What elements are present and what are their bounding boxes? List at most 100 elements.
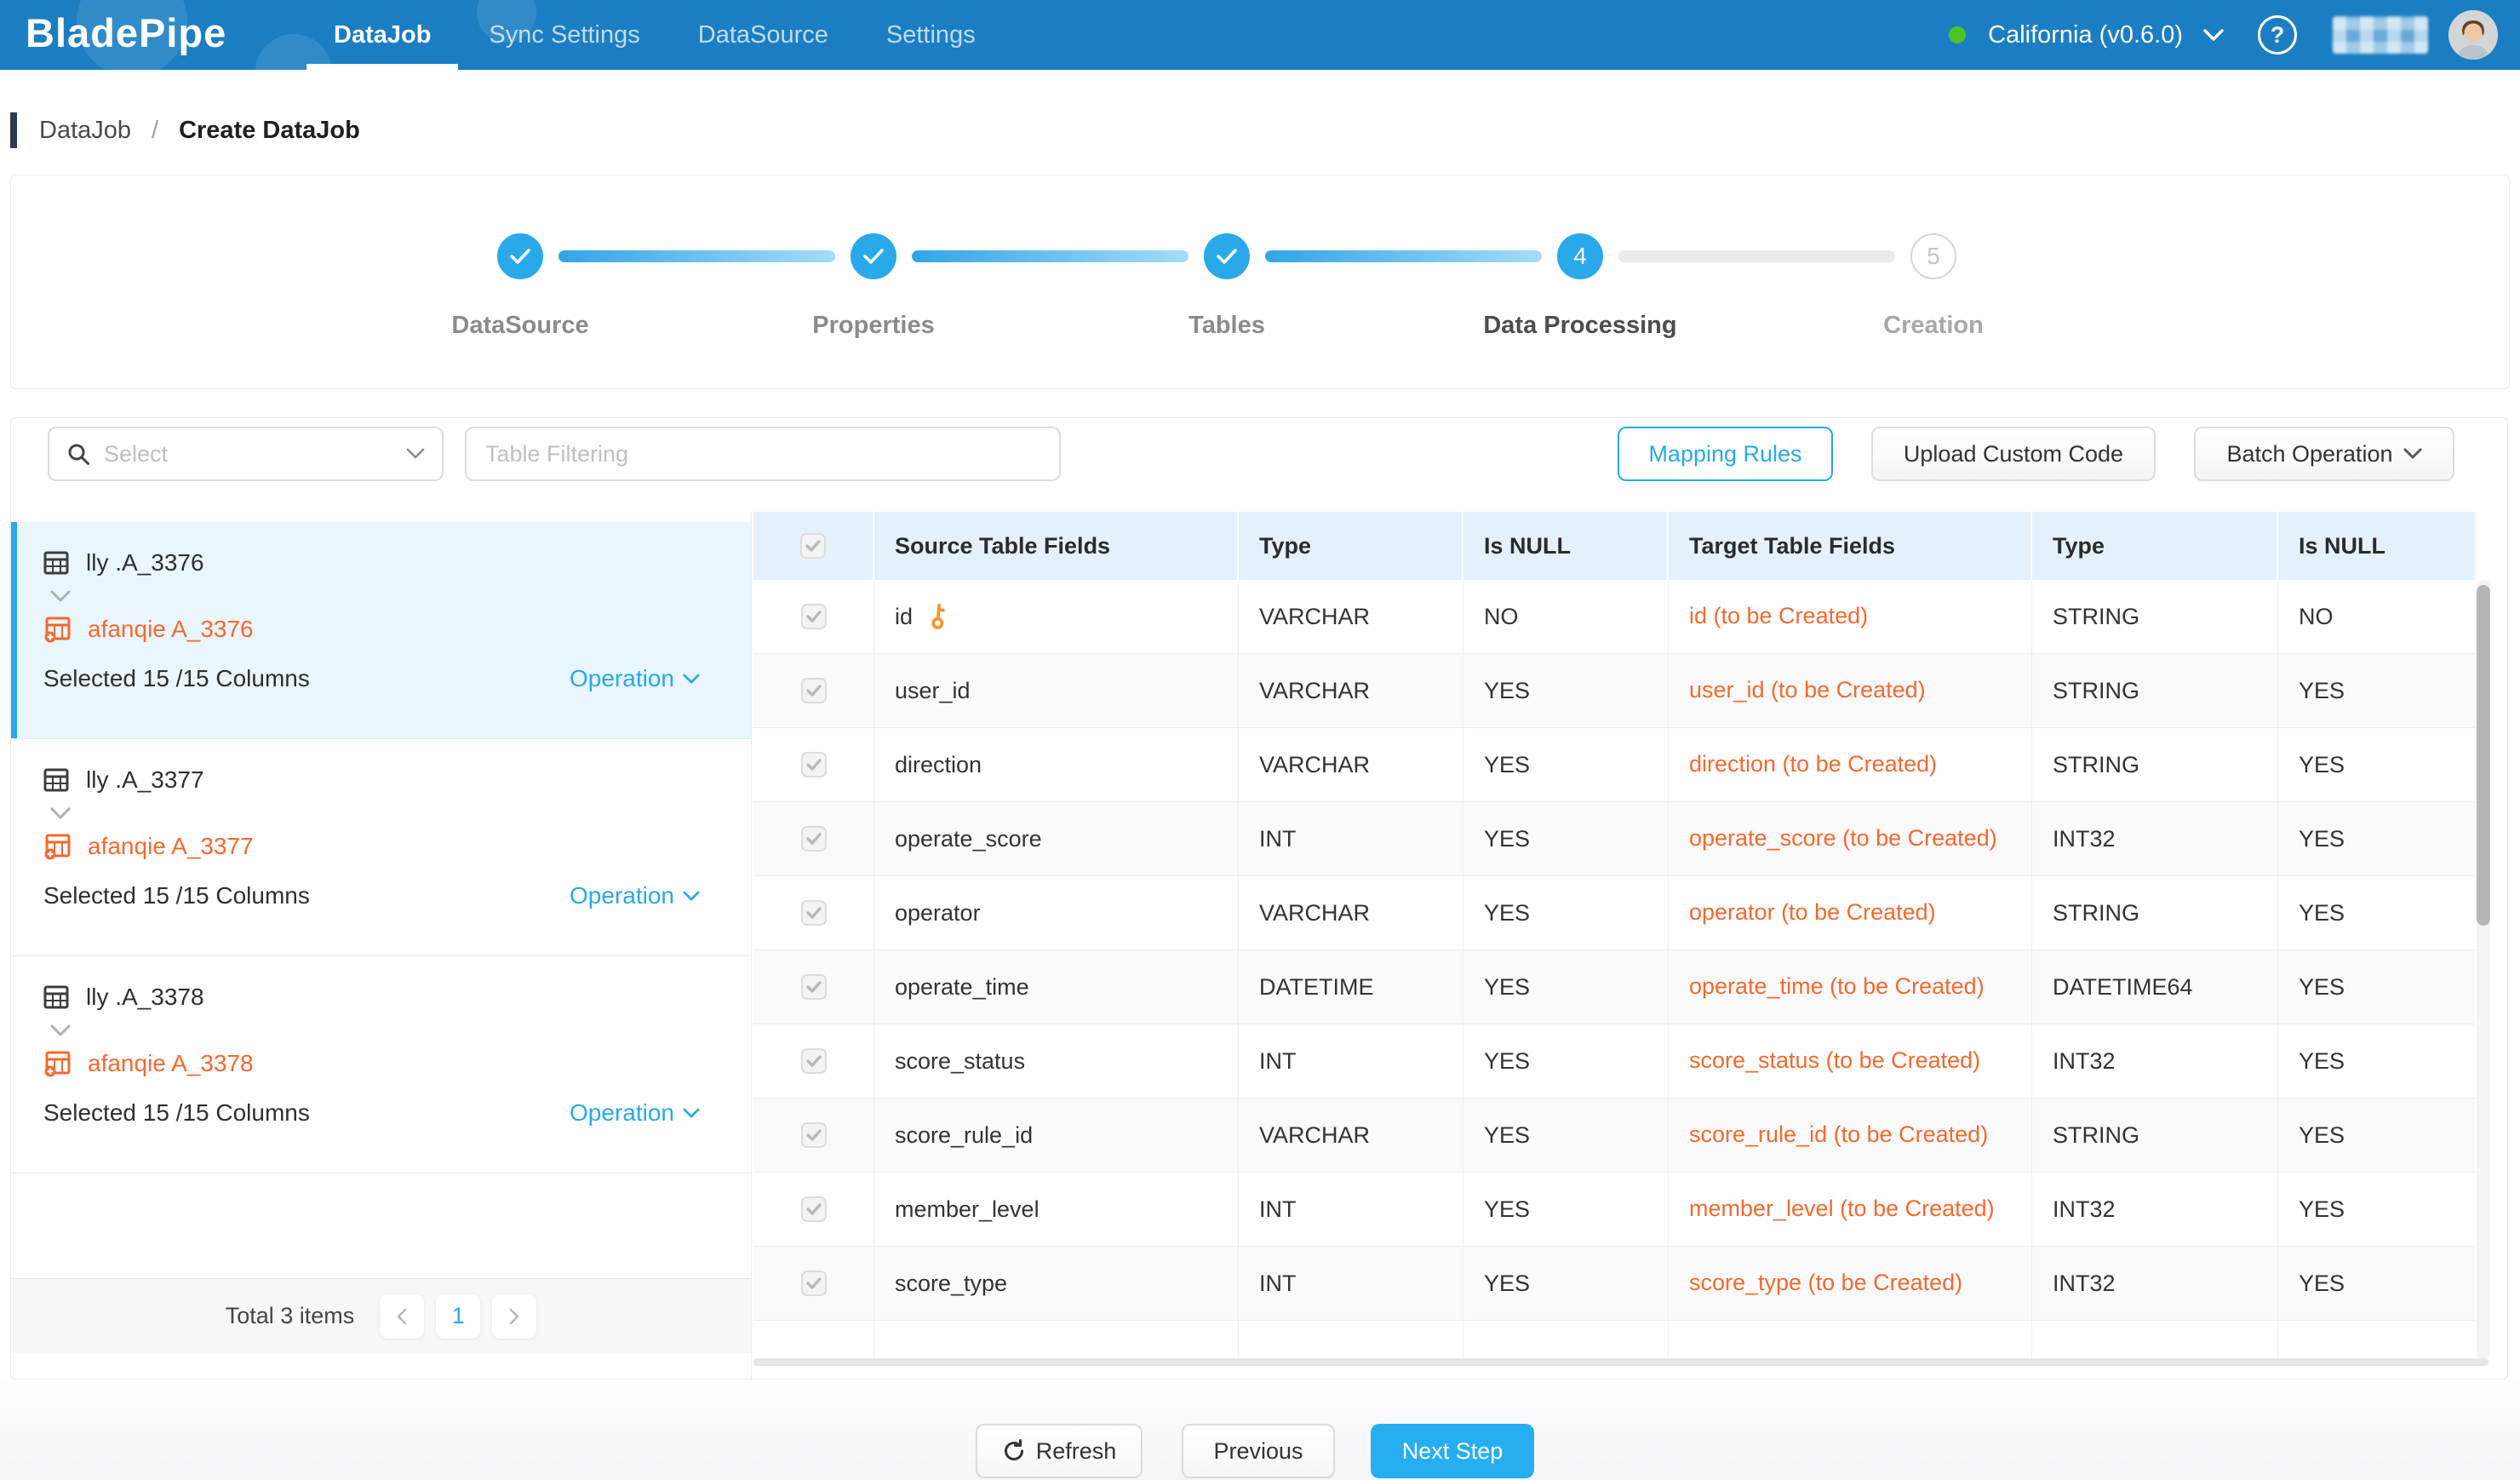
target-type-cell: STRING (2032, 654, 2278, 727)
nav-tab[interactable]: DataJob (334, 0, 431, 70)
breadcrumb-parent[interactable]: DataJob (39, 117, 131, 145)
source-isnull-cell: YES (1463, 1173, 1669, 1246)
table-pairs-sidebar: lly .A_3376 afanqie A_3376 Selected 15 /… (11, 512, 752, 1380)
operation-dropdown[interactable]: Operation (570, 882, 700, 909)
mapping-table-body: id VARCHAR NO id (to be Created) STRING … (753, 580, 2475, 1321)
target-table-name: afanqie A_3376 (88, 616, 254, 643)
source-field-name: member_level (895, 1196, 1040, 1223)
target-isnull-cell: YES (2278, 728, 2475, 801)
page-title: Create DataJob (179, 117, 360, 145)
source-field-cell: direction (874, 728, 1239, 801)
source-type-cell: INT (1239, 1024, 1463, 1098)
mapping-table-header: Source Table Fields Type Is NULL Target … (753, 512, 2475, 580)
row-checkbox-cell (753, 1173, 874, 1246)
step-number: 4 (1573, 243, 1587, 270)
source-field-name: score_status (895, 1048, 1025, 1075)
select-all-checkbox[interactable] (800, 533, 826, 559)
step-2-circle (850, 233, 896, 279)
status-dot-icon (1949, 26, 1966, 43)
step-1-label: DataSource (375, 312, 665, 340)
region-chevron-down-icon[interactable] (2203, 29, 2224, 42)
help-icon[interactable]: ? (2258, 15, 2297, 54)
source-field-name: operator (895, 900, 981, 926)
row-checkbox[interactable] (801, 752, 827, 777)
mapping-rules-button[interactable]: Mapping Rules (1618, 427, 1833, 481)
source-field-name: operate_time (895, 974, 1029, 1001)
target-type-cell: INT32 (2032, 1247, 2278, 1320)
selected-columns-info: Selected 15 /15 Columns (43, 1099, 310, 1127)
prev-page-button[interactable] (380, 1294, 424, 1339)
operation-dropdown[interactable]: Operation (570, 665, 700, 692)
column-header: Is NULL (1463, 512, 1669, 580)
source-isnull-cell: YES (1463, 1247, 1669, 1320)
header-checkbox-cell (753, 512, 874, 580)
source-field-cell: operate_time (874, 950, 1239, 1024)
breadcrumb-accent-bar (10, 112, 17, 148)
nav-tab[interactable]: Sync Settings (489, 0, 639, 70)
refresh-button[interactable]: Refresh (976, 1424, 1143, 1478)
row-checkbox[interactable] (801, 1196, 827, 1222)
row-checkbox[interactable] (801, 974, 827, 1000)
table-row: score_rule_id VARCHAR YES score_rule_id … (753, 1099, 2475, 1173)
step-2-label: Properties (729, 312, 1018, 340)
target-field-cell: operate_time (to be Created) (1669, 950, 2032, 1024)
source-field-cell: score_type (874, 1247, 1239, 1320)
region-version-label[interactable]: California (v0.6.0) (1988, 21, 2183, 49)
nav-tab[interactable]: DataSource (698, 0, 828, 70)
source-isnull-cell: YES (1463, 654, 1669, 727)
table-row: score_status INT YES score_status (to be… (753, 1024, 2475, 1099)
source-field-cell: operate_score (874, 802, 1239, 875)
chevron-down-icon (683, 1108, 700, 1119)
target-field-cell: operate_score (to be Created) (1669, 802, 2032, 875)
row-checkbox[interactable] (801, 604, 827, 629)
mapping-arrow-icon (50, 590, 700, 604)
source-field-cell: score_status (874, 1024, 1239, 1098)
target-field-cell: score_status (to be Created) (1669, 1024, 2032, 1098)
column-header: Type (2032, 512, 2278, 580)
select-placeholder: Select (104, 441, 168, 468)
row-checkbox[interactable] (801, 1048, 827, 1074)
operation-dropdown[interactable]: Operation (570, 1099, 700, 1127)
row-checkbox[interactable] (801, 1122, 827, 1148)
page-number-button[interactable]: 1 (436, 1294, 480, 1339)
source-field-name: direction (895, 752, 982, 778)
source-type-cell: VARCHAR (1239, 876, 1463, 949)
app-logo[interactable]: BladePipe (26, 9, 226, 56)
row-checkbox-cell (753, 654, 874, 727)
row-checkbox-cell (753, 950, 874, 1024)
row-checkbox[interactable] (801, 678, 827, 703)
previous-button[interactable]: Previous (1182, 1424, 1335, 1478)
horizontal-scrollbar-track[interactable] (753, 1358, 2488, 1366)
source-table-icon (43, 984, 69, 1010)
chevron-down-icon (406, 448, 425, 460)
table-select-dropdown[interactable]: Select (48, 427, 444, 481)
main-nav: DataJob Sync Settings DataSource Setting… (334, 0, 976, 70)
table-row: score_type INT YES score_type (to be Cre… (753, 1247, 2475, 1321)
table-filter-input[interactable] (465, 427, 1061, 481)
source-field-cell: member_level (874, 1173, 1239, 1246)
user-avatar[interactable] (2448, 10, 2498, 60)
pagination-bar: Total 3 items 1 (11, 1278, 751, 1353)
table-pair-item[interactable]: lly .A_3378 afanqie A_3378 Selected 15 /… (11, 956, 751, 1173)
column-header: Target Table Fields (1669, 512, 2032, 580)
app-root: BladePipe DataJob Sync Settings DataSour… (0, 0, 2520, 1480)
row-checkbox[interactable] (801, 1271, 827, 1296)
row-checkbox[interactable] (801, 900, 827, 926)
table-row: operate_time DATETIME YES operate_time (… (753, 950, 2475, 1024)
chevron-down-icon (683, 891, 700, 902)
row-checkbox[interactable] (801, 826, 827, 852)
source-isnull-cell: YES (1463, 1024, 1669, 1098)
next-page-button[interactable] (492, 1294, 536, 1339)
source-isnull-cell: YES (1463, 802, 1669, 875)
vertical-scrollbar-thumb[interactable] (2477, 585, 2490, 926)
source-type-cell: DATETIME (1239, 950, 1463, 1024)
table-pair-item[interactable]: lly .A_3377 afanqie A_3377 Selected 15 /… (11, 739, 751, 956)
next-step-button[interactable]: Next Step (1371, 1424, 1534, 1478)
nav-tab[interactable]: Settings (886, 0, 976, 70)
table-pair-item[interactable]: lly .A_3376 afanqie A_3376 Selected 15 /… (11, 522, 751, 739)
target-field-cell: score_type (to be Created) (1669, 1247, 2032, 1320)
source-field-name: score_rule_id (895, 1122, 1033, 1149)
upload-custom-code-button[interactable]: Upload Custom Code (1871, 427, 2156, 481)
batch-operation-button[interactable]: Batch Operation (2194, 427, 2454, 481)
check-icon (862, 248, 885, 265)
